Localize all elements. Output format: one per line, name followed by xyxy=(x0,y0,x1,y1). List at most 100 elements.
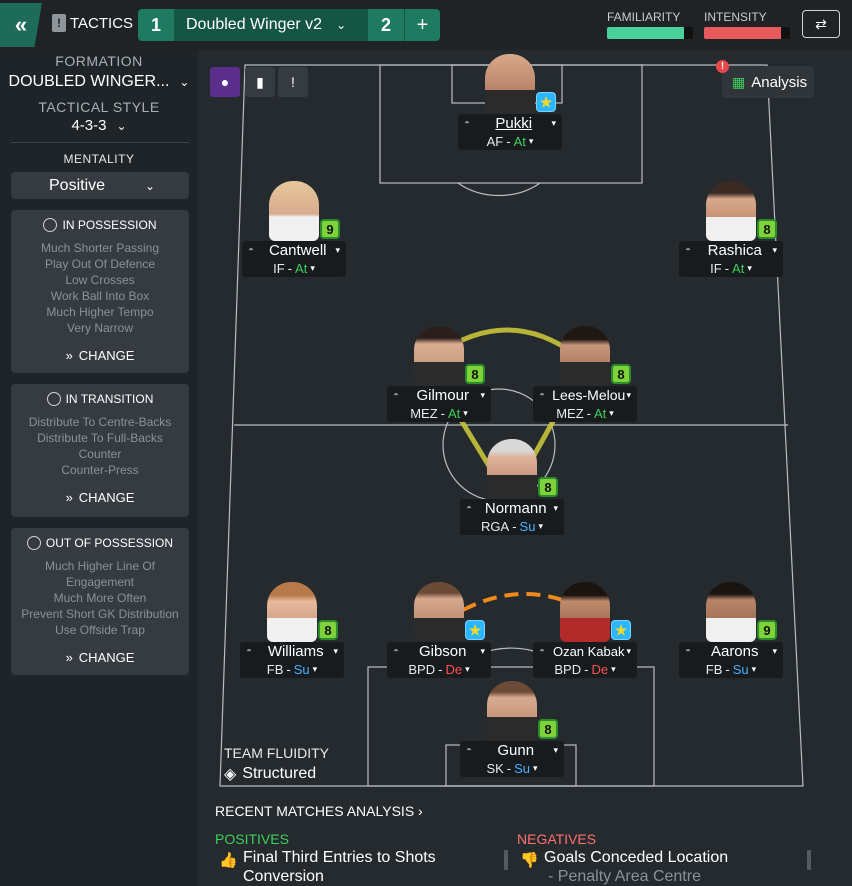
instruction-item: Very Narrow xyxy=(66,321,134,335)
instruction-item: Use Offside Trap xyxy=(55,623,145,637)
scrollbar[interactable] xyxy=(504,850,508,870)
player-duty: At xyxy=(447,405,461,421)
tactics-icon: ! xyxy=(52,14,66,32)
negative-item-detail: - Penalty Area Centre xyxy=(548,868,701,885)
team-fluidity: TEAM FLUIDITY ◈ Structured xyxy=(224,745,329,784)
team-fluidity-label: TEAM FLUIDITY xyxy=(224,745,330,761)
thumbs-up-icon: 👍 xyxy=(219,852,238,869)
mentality-heading: MENTALITY xyxy=(63,152,135,166)
in-possession-panel: IN POSSESSION Much Shorter Passing Play … xyxy=(11,210,189,373)
double-chevron-right-icon: » xyxy=(65,650,73,665)
chevron-right-icon: › xyxy=(414,803,423,819)
instruction-item: Work Ball Into Box xyxy=(50,289,150,303)
player-role: BPD xyxy=(554,661,582,677)
player-view-button[interactable]: ● xyxy=(210,67,240,97)
positives-heading: POSITIVES xyxy=(215,831,289,847)
familiarity-label: FAMILIARITY xyxy=(607,10,681,24)
player-photo xyxy=(269,181,319,241)
rating-badge: 9 xyxy=(320,219,340,239)
chevron-down-icon: ⌄ xyxy=(145,178,156,193)
player-photo xyxy=(560,326,610,386)
double-chevron-left-icon: « xyxy=(14,12,28,37)
swap-icon: ⇄ xyxy=(815,15,827,32)
caret-down-icon: ▾ xyxy=(772,244,777,255)
player-role: IF xyxy=(273,260,285,276)
caret-down-icon: ▾ xyxy=(553,502,558,513)
player-name: Rashica xyxy=(707,241,762,259)
tab-1-number[interactable]: 1 xyxy=(138,9,174,41)
negative-item[interactable]: Goals Conceded Location - Penalty Area C… xyxy=(544,848,794,886)
player-card: ◓ Rashica ▾ IF - At ▾ xyxy=(679,241,783,277)
player-card: ◓ Lees-Melou ▾ MEZ - At ▾ xyxy=(533,386,637,422)
player-duty: Su xyxy=(293,661,310,677)
chevron-down-icon: ⌄ xyxy=(336,18,347,32)
player-photo xyxy=(487,439,537,499)
player-name: Lees-Melou xyxy=(552,387,626,403)
caret-down-icon: ▾ xyxy=(528,135,534,146)
instruction-item: Much Higher Line Of xyxy=(44,559,156,573)
in-possession-change-button[interactable]: » CHANGE xyxy=(11,348,189,363)
recent-matches-analysis-link[interactable]: RECENT MATCHES ANALYSIS › xyxy=(215,803,423,819)
player-name: Williams xyxy=(267,642,324,660)
intensity-label: INTENSITY xyxy=(704,10,767,24)
familiarity-meter xyxy=(607,27,693,39)
formation-heading: FORMATION xyxy=(55,53,143,69)
mentality-dropdown[interactable]: Positive ⌄ xyxy=(11,172,189,199)
tab-2-number[interactable]: 2 xyxy=(368,9,404,41)
caret-down-icon: ▾ xyxy=(480,645,485,656)
instruction-item: Counter-Press xyxy=(61,463,139,477)
player-card: ◓ Ozan Kabak ▾ BPD - De ▾ xyxy=(533,642,637,678)
scrollbar[interactable] xyxy=(807,850,811,870)
person-icon: ◓ xyxy=(393,645,400,657)
player-role: FB xyxy=(266,661,284,677)
player-duty: Su xyxy=(514,760,531,776)
player-card: ◓ Gunn ▾ SK - Su ▾ xyxy=(460,741,564,777)
out-of-possession-change-button[interactable]: » CHANGE xyxy=(11,650,189,665)
player-duty: Su xyxy=(519,518,536,534)
analysis-button[interactable]: ! ▦ Analysis xyxy=(716,60,814,98)
player-photo xyxy=(487,681,537,741)
player-card: ◓ Pukki ▾ AF - At ▾ xyxy=(458,114,562,150)
in-transition-change-button[interactable]: » CHANGE xyxy=(11,490,189,505)
instruction-item: Much More Often xyxy=(53,591,147,605)
back-button[interactable]: « xyxy=(0,3,42,47)
double-chevron-right-icon: » xyxy=(65,348,73,363)
caret-down-icon: ▾ xyxy=(335,244,340,255)
star-badge-icon: ★ xyxy=(536,92,556,112)
info-view-button[interactable]: ! xyxy=(278,67,308,97)
caret-down-icon: ▾ xyxy=(310,262,315,273)
positive-item[interactable]: Final Third Entries to Shots Conversion xyxy=(243,848,493,886)
player-role: MEZ xyxy=(410,405,438,421)
player-card: ◓ Normann ▾ RGA - Su ▾ xyxy=(460,499,564,535)
swap-button[interactable]: ⇄ xyxy=(802,10,840,38)
stats-view-button[interactable]: ▮ xyxy=(245,67,275,97)
add-tactic-button[interactable]: + xyxy=(404,9,440,41)
player-photo xyxy=(706,582,756,642)
instruction-item: Much Shorter Passing xyxy=(40,241,160,255)
pitch: ● ▮ ! ! ▦ Analysis ★ ◓ Pukki ▾ AF - At ▾ 9 ◓ C… xyxy=(198,50,852,795)
player-card: ◓ Aarons ▾ FB - Su ▾ xyxy=(679,642,783,678)
caret-down-icon: ▾ xyxy=(747,262,752,273)
transition-icon xyxy=(46,392,61,406)
info-icon: ! xyxy=(291,74,295,90)
caret-down-icon: ▾ xyxy=(333,645,338,656)
caret-down-icon: ▾ xyxy=(465,663,470,674)
tactic-tabs: 1 Doubled Winger v2 ⌄ 2 + xyxy=(138,9,440,41)
tactic-name-dropdown[interactable]: Doubled Winger v2 ⌄ xyxy=(174,9,368,41)
person-icon: ◓ xyxy=(246,645,253,657)
caret-down-icon: ▾ xyxy=(480,389,485,400)
person-icon: ◓ xyxy=(248,244,255,256)
in-possession-list: Much Shorter Passing Play Out Of Defence… xyxy=(11,240,189,336)
instruction-item: Counter xyxy=(78,447,122,461)
instruction-item: Distribute To Full-Backs xyxy=(37,431,163,445)
player-name: Normann xyxy=(484,499,547,517)
tactical-style-dropdown[interactable]: 4-3-3 ⌄ xyxy=(0,117,198,134)
player-photo xyxy=(485,54,535,114)
caret-down-icon: ▾ xyxy=(463,407,468,418)
caret-down-icon: ▾ xyxy=(626,389,631,400)
tactical-style-heading: TACTICAL STYLE xyxy=(38,99,160,115)
person-icon: ◓ xyxy=(539,389,546,401)
formation-dropdown[interactable]: DOUBLED WINGER... ⌄ xyxy=(0,73,198,91)
player-duty: Su xyxy=(732,661,749,677)
player-card: ◓ Williams ▾ FB - Su ▾ xyxy=(240,642,344,678)
